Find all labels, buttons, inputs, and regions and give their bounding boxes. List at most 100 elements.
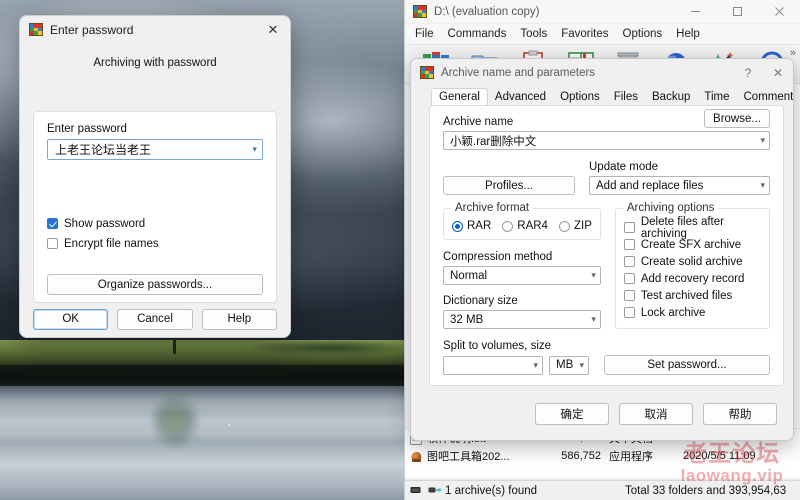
split-unit-select[interactable]: MB ▾ (549, 355, 589, 375)
checkbox-label: Create solid archive (640, 255, 743, 268)
enter-password-dialog: Enter password ✕ Archiving with password… (19, 15, 291, 338)
menu-item-options[interactable]: Options (623, 28, 663, 40)
archiving-options-title: Archiving options (622, 202, 719, 214)
chevron-down-icon[interactable]: ▾ (591, 314, 596, 325)
help-icon[interactable]: ? (733, 60, 763, 86)
set-password-button[interactable]: Set password... (604, 355, 770, 375)
radio-rar[interactable]: RAR (452, 220, 491, 232)
archive-format-title: Archive format (451, 202, 534, 214)
checkbox-create-sfx-archive[interactable]: Create SFX archive (623, 236, 761, 253)
total-size-status: Total 33 folders and 393,954,63 (625, 484, 787, 497)
checkbox-icon (623, 290, 635, 301)
tab-backup[interactable]: Backup (645, 89, 697, 106)
menu-item-commands[interactable]: Commands (448, 28, 507, 40)
toolbar-overflow-icon[interactable]: » (790, 47, 796, 59)
ok-button[interactable]: 确定 (535, 403, 609, 425)
archive-dialog-title-bar: Archive name and parameters ? ✕ (411, 59, 793, 86)
checkbox-label: Test archived files (640, 289, 733, 302)
password-panel: Enter password 上老王论坛当老王 ▾ Show password … (33, 111, 277, 303)
drive-icon (410, 487, 421, 493)
browse-button[interactable]: Browse... (704, 109, 770, 128)
winrar-status-bar: 1 archive(s) found Total 33 folders and … (405, 480, 800, 500)
archives-found-status: 1 archive(s) found (445, 484, 538, 497)
chevron-down-icon[interactable]: ▾ (591, 270, 596, 281)
radio-rar4[interactable]: RAR4 (502, 220, 548, 232)
password-input[interactable]: 上老王论坛当老王 ▾ (47, 139, 263, 160)
archive-name-input[interactable]: 小颖.rar删除中文 ▾ (443, 131, 770, 150)
minimize-icon[interactable] (674, 0, 716, 24)
radio-dot-icon (558, 220, 570, 232)
ok-button[interactable]: OK (33, 308, 109, 330)
radio-dot-icon (502, 220, 514, 232)
close-icon[interactable]: ✕ (256, 17, 290, 43)
window-title: D:\ (evaluation copy) (434, 5, 540, 18)
radio-dot-icon (452, 220, 463, 232)
checkbox-label: Show password (64, 217, 146, 230)
tab-time[interactable]: Time (697, 89, 736, 106)
archive-name-and-parameters-dialog: Archive name and parameters ? ✕ General … (410, 58, 794, 441)
tab-options[interactable]: Options (553, 89, 607, 106)
winrar-title-bar: D:\ (evaluation copy) (405, 0, 800, 24)
help-button[interactable]: Help (201, 308, 277, 330)
checkbox-label: Encrypt file names (64, 237, 159, 250)
general-tab-panel: Archive name Browse... 小颖.rar删除中文 ▾ Prof… (429, 105, 784, 386)
cancel-button[interactable]: Cancel (117, 308, 193, 330)
cancel-button[interactable]: 取消 (619, 403, 693, 425)
checkbox-lock-archive[interactable]: Lock archive (623, 304, 761, 321)
menu-item-tools[interactable]: Tools (520, 28, 547, 40)
chevron-down-icon[interactable]: ▾ (760, 135, 765, 146)
tab-advanced[interactable]: Advanced (488, 89, 553, 106)
checkbox-icon (623, 307, 635, 318)
chevron-down-icon[interactable]: ▾ (533, 360, 538, 371)
help-button[interactable]: 帮助 (703, 403, 777, 425)
checkbox-label: Create SFX archive (640, 238, 742, 251)
checkbox-encrypt-file-names[interactable]: Encrypt file names (47, 235, 263, 252)
menu-item-help[interactable]: Help (676, 28, 700, 40)
menu-item-file[interactable]: File (415, 28, 434, 40)
chevron-down-icon[interactable]: ▾ (760, 180, 765, 191)
close-icon[interactable]: ✕ (763, 60, 793, 86)
tab-general[interactable]: General (431, 88, 488, 106)
checkbox-show-password[interactable]: Show password (47, 215, 263, 232)
table-row[interactable]: 图吧工具箱202... 586,752 应用程序 2020/5/5 11:09 (405, 447, 800, 465)
checkbox-create-solid-archive[interactable]: Create solid archive (623, 253, 761, 270)
checkbox-label: Add recovery record (640, 272, 745, 285)
rar-logo-icon (420, 66, 434, 79)
checkbox-icon (47, 238, 58, 249)
radio-rar4-label: RAR4 (517, 220, 548, 232)
file-size: 586,752 (561, 450, 601, 462)
tab-comment[interactable]: Comment (737, 89, 794, 106)
profiles-button[interactable]: Profiles... (443, 176, 575, 195)
rar-logo-icon (29, 23, 43, 36)
radio-zip[interactable]: ZIP (558, 220, 592, 232)
winrar-menu-bar: File Commands Tools Favorites Options He… (405, 24, 800, 44)
checkbox-icon (623, 273, 635, 284)
file-name: 图吧工具箱202... (427, 451, 510, 463)
archive-dialog-tabs: General Advanced Options Files Backup Ti… (411, 86, 793, 106)
menu-item-favorites[interactable]: Favorites (561, 28, 608, 40)
checkbox-add-recovery-record[interactable]: Add recovery record (623, 270, 761, 287)
checkbox-test-archived-files[interactable]: Test archived files (623, 287, 761, 304)
dialog-title: Archive name and parameters (441, 66, 596, 79)
dictionary-size-select[interactable]: 32 MB ▾ (443, 310, 601, 329)
maximize-icon[interactable] (716, 0, 758, 24)
radio-zip-label: ZIP (573, 220, 592, 232)
update-mode-label: Update mode (589, 161, 659, 173)
close-icon[interactable] (758, 0, 800, 24)
update-mode-select[interactable]: Add and replace files ▾ (589, 176, 770, 195)
chevron-down-icon[interactable]: ▾ (252, 144, 257, 155)
chevron-down-icon[interactable]: ▾ (579, 360, 584, 371)
update-mode-value: Add and replace files (596, 179, 704, 192)
split-size-input[interactable]: ▾ (443, 355, 543, 375)
archiving-options-group: Archiving options Delete files after arc… (614, 202, 770, 329)
checkbox-label: Delete files after archiving (640, 215, 724, 240)
dialog-title: Enter password (50, 22, 134, 37)
tab-files[interactable]: Files (607, 89, 645, 106)
checkbox-icon (623, 222, 635, 233)
password-dialog-title-bar: Enter password ✕ (20, 16, 290, 43)
dialog-subtitle: Archiving with password (93, 57, 217, 69)
checkbox-icon (47, 218, 58, 229)
checkbox-delete-files-after-archiving[interactable]: Delete files after archiving (623, 216, 761, 240)
compression-method-select[interactable]: Normal ▾ (443, 266, 601, 285)
organize-passwords-button[interactable]: Organize passwords... (47, 274, 263, 295)
